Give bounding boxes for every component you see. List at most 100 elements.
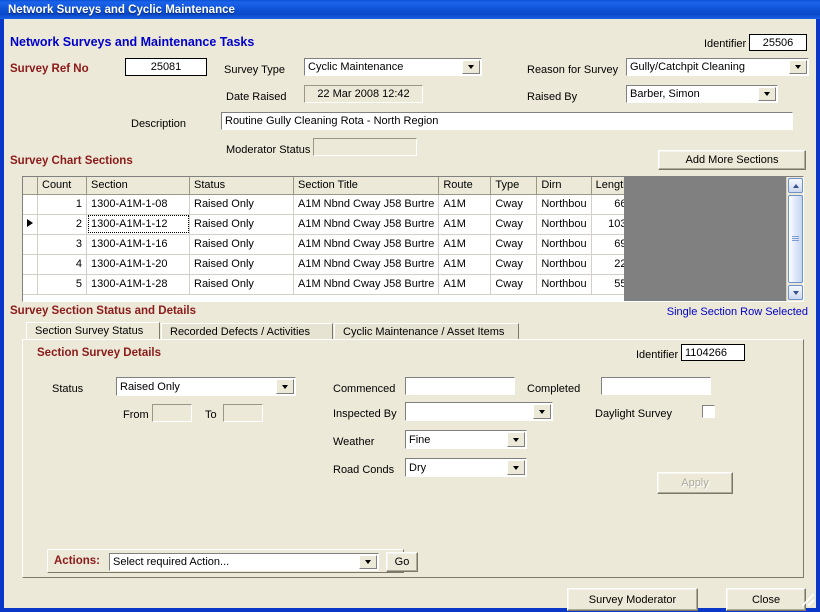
scrollbar-thumb[interactable]: [788, 195, 803, 283]
column-header-count[interactable]: Count: [37, 177, 87, 195]
cell-route: A1M: [438, 254, 492, 275]
row-selector[interactable]: [23, 274, 38, 295]
completed-input[interactable]: [601, 377, 711, 395]
row-selector[interactable]: [23, 254, 38, 275]
road-conds-select[interactable]: Dry: [405, 458, 527, 477]
section-identifier-label: Identifier: [636, 349, 679, 361]
date-raised-value: 22 Mar 2008 12:42: [304, 85, 423, 103]
tab-strip: Section Survey Status Recorded Defects /…: [22, 322, 804, 340]
column-header-route[interactable]: Route: [438, 177, 492, 195]
cell-count: 5: [37, 274, 87, 295]
cell-route: A1M: [438, 214, 492, 235]
table-row[interactable]: 3 1300-A1M-1-16 Raised Only A1M Nbnd Cwa…: [23, 234, 638, 255]
actions-bar: Actions: Select required Action... Go: [47, 549, 418, 573]
current-row-arrow-icon: [27, 219, 33, 227]
chevron-down-icon[interactable]: [758, 87, 776, 101]
row-selector[interactable]: [23, 234, 38, 255]
survey-type-select[interactable]: Cyclic Maintenance: [304, 58, 482, 76]
column-header-section[interactable]: Section: [86, 177, 190, 195]
add-more-sections-button[interactable]: Add More Sections: [658, 150, 806, 170]
table-row[interactable]: 4 1300-A1M-1-20 Raised Only A1M Nbnd Cwa…: [23, 254, 638, 275]
cell-status: Raised Only: [189, 214, 294, 235]
cell-section: 1300-A1M-1-12: [86, 214, 190, 235]
survey-sections-grid[interactable]: Count Section Status Section Title Route…: [22, 176, 804, 302]
section-identifier-value: 1104266: [681, 344, 745, 361]
section-survey-status-panel: Section Survey Details Identifier 110426…: [22, 339, 804, 578]
table-header-row: Count Section Status Section Title Route…: [23, 177, 638, 195]
row-selector[interactable]: [23, 194, 38, 215]
inspected-by-select[interactable]: [405, 402, 553, 421]
scroll-down-icon[interactable]: [788, 285, 803, 300]
chevron-down-icon[interactable]: [507, 432, 525, 447]
tab-label: Cyclic Maintenance / Asset Items: [343, 325, 505, 338]
cell-count: 1: [37, 194, 87, 215]
grid-vertical-scrollbar[interactable]: [786, 177, 803, 301]
tab-cyclic-maintenance-asset-items[interactable]: Cyclic Maintenance / Asset Items: [334, 323, 519, 340]
raised-by-label: Raised By: [527, 91, 578, 103]
completed-label: Completed: [527, 383, 581, 395]
raised-by-select[interactable]: Barber, Simon: [626, 85, 778, 103]
row-selector-current[interactable]: [23, 214, 38, 235]
status-select[interactable]: Raised Only: [116, 377, 296, 396]
column-header-section-title[interactable]: Section Title: [293, 177, 440, 195]
actions-value: Select required Action...: [113, 556, 230, 568]
column-header-type[interactable]: Type: [490, 177, 538, 195]
cell-type: Cway: [490, 254, 538, 275]
cell-dirn: Northbou: [536, 214, 592, 235]
commenced-input[interactable]: [405, 377, 515, 395]
chevron-down-icon[interactable]: [462, 60, 480, 74]
cell-count: 4: [37, 254, 87, 275]
column-header-dirn[interactable]: Dirn: [536, 177, 592, 195]
weather-select[interactable]: Fine: [405, 430, 527, 449]
actions-select[interactable]: Select required Action...: [109, 553, 379, 571]
chevron-down-icon[interactable]: [533, 404, 551, 419]
table-row-selected[interactable]: 2 1300-A1M-1-12 Raised Only A1M Nbnd Cwa…: [23, 214, 638, 235]
application-window: Network Surveys and Cyclic Maintenance N…: [0, 0, 820, 612]
chevron-down-icon[interactable]: [789, 60, 807, 74]
status-label: Status: [52, 383, 84, 395]
to-input[interactable]: [223, 404, 263, 422]
cell-section-title: A1M Nbnd Cway J58 Burtre: [293, 194, 440, 215]
survey-ref-no-label: Survey Ref No: [10, 63, 89, 75]
from-input[interactable]: [152, 404, 192, 422]
chevron-down-icon[interactable]: [276, 379, 294, 394]
cell-section-title: A1M Nbnd Cway J58 Burtre: [293, 214, 440, 235]
to-label: To: [205, 409, 217, 421]
tab-recorded-defects-activities[interactable]: Recorded Defects / Activities: [161, 323, 333, 340]
client-area: Network Surveys and Maintenance Tasks Id…: [4, 19, 816, 611]
chevron-down-icon[interactable]: [359, 555, 377, 569]
commenced-label: Commenced: [333, 383, 396, 395]
daylight-survey-checkbox[interactable]: [702, 405, 715, 418]
tab-section-survey-status[interactable]: Section Survey Status: [26, 322, 160, 340]
apply-button[interactable]: Apply: [657, 472, 733, 494]
scroll-up-icon[interactable]: [788, 178, 803, 193]
cell-section: 1300-A1M-1-28: [86, 274, 190, 295]
reason-for-survey-select[interactable]: Gully/Catchpit Cleaning: [626, 58, 809, 76]
title-bar: Network Surveys and Cyclic Maintenance: [0, 0, 820, 19]
column-header-status[interactable]: Status: [189, 177, 294, 195]
cell-dirn: Northbou: [536, 194, 592, 215]
cell-type: Cway: [490, 274, 538, 295]
grid-empty-area: [624, 177, 786, 301]
row-selector-header: [23, 177, 38, 195]
survey-type-label: Survey Type: [224, 64, 285, 76]
cell-count: 3: [37, 234, 87, 255]
resize-grip-icon[interactable]: [802, 594, 814, 606]
reason-for-survey-value: Gully/Catchpit Cleaning: [630, 61, 745, 73]
chevron-down-icon[interactable]: [507, 460, 525, 475]
cell-route: A1M: [438, 234, 492, 255]
close-button[interactable]: Close: [726, 588, 806, 611]
moderator-status-value: [313, 138, 417, 156]
date-raised-label: Date Raised: [226, 91, 287, 103]
actions-label: Actions:: [54, 555, 100, 567]
cell-section-title: A1M Nbnd Cway J58 Burtre: [293, 234, 440, 255]
survey-section-status-heading: Survey Section Status and Details: [10, 305, 196, 317]
table-row[interactable]: 5 1300-A1M-1-28 Raised Only A1M Nbnd Cwa…: [23, 274, 638, 295]
road-conds-value: Dry: [409, 461, 427, 474]
table-row[interactable]: 1 1300-A1M-1-08 Raised Only A1M Nbnd Cwa…: [23, 194, 638, 215]
actions-go-button[interactable]: Go: [386, 552, 418, 572]
survey-moderator-button[interactable]: Survey Moderator: [567, 588, 698, 611]
cell-section-title: A1M Nbnd Cway J58 Burtre: [293, 274, 440, 295]
page-title: Network Surveys and Maintenance Tasks: [10, 35, 255, 49]
description-input[interactable]: Routine Gully Cleaning Rota - North Regi…: [221, 112, 793, 130]
